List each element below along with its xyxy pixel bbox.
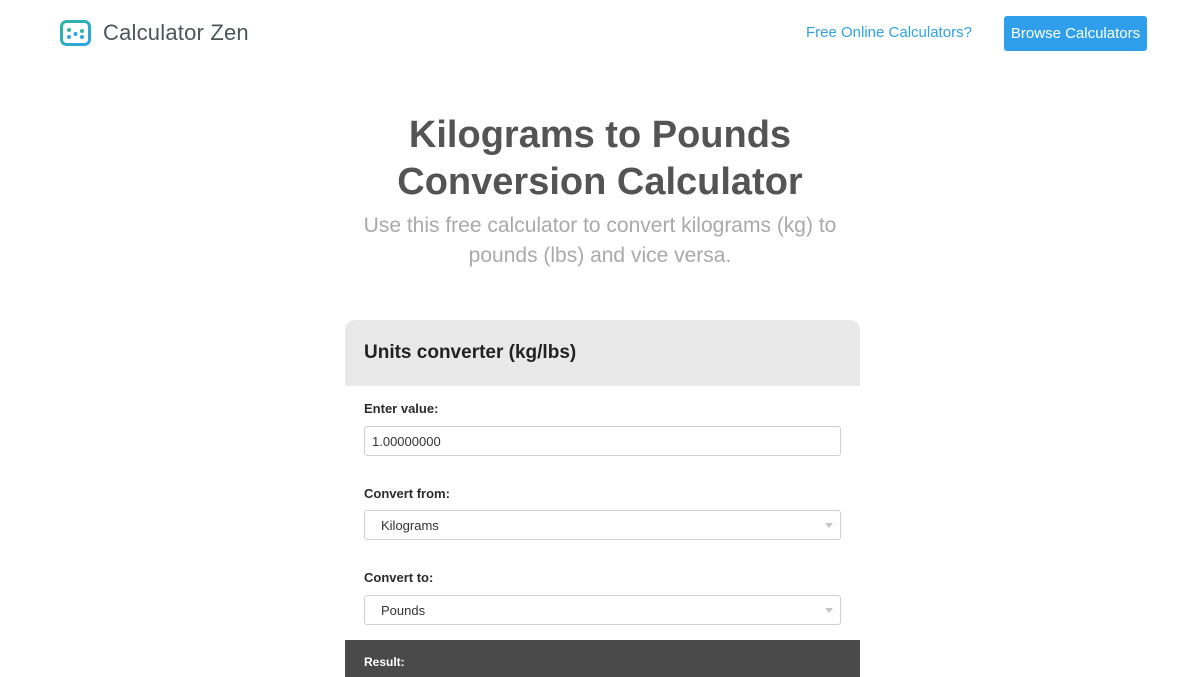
calculator-logo-icon (60, 20, 91, 46)
brand-name: Calculator Zen (103, 20, 249, 45)
browse-calculators-button[interactable]: Browse Calculators (1004, 16, 1147, 51)
brand-home-link[interactable]: Calculator Zen (60, 20, 249, 46)
page-title-line-1: Kilograms to Pounds (408, 114, 792, 156)
converter-title: Units converter (kg/lbs) (364, 342, 577, 363)
page-title-line-2: Conversion Calculator (397, 161, 803, 203)
page-subtitle-line-2: pounds (lbs) and vice versa. (468, 244, 732, 267)
convert-to-select[interactable]: Pounds (364, 595, 841, 625)
top-navigation: Calculator Zen Free Online Calculators? … (0, 0, 1200, 66)
convert-from-value: Kilograms (381, 518, 439, 533)
chevron-down-icon (825, 523, 833, 528)
converter-header: Units converter (kg/lbs) (345, 320, 860, 386)
units-converter-card: Units converter (kg/lbs) Enter value: Co… (345, 320, 860, 677)
page-subtitle-line-1: Use this free calculator to convert kilo… (363, 214, 837, 237)
convert-from-label: Convert from: (364, 486, 450, 501)
value-input[interactable] (364, 426, 841, 456)
free-online-calculators-link[interactable]: Free Online Calculators? (806, 24, 972, 41)
result-label: Result: (364, 655, 405, 669)
convert-to-value: Pounds (381, 603, 426, 618)
convert-to-label: Convert to: (364, 570, 434, 585)
page-subtitle: Use this free calculator to convert kilo… (340, 211, 860, 271)
result-bar: Result: (345, 640, 860, 677)
enter-value-label: Enter value: (364, 401, 439, 416)
page-title: Kilograms to Pounds Conversion Calculato… (300, 112, 900, 206)
chevron-down-icon (825, 608, 833, 613)
convert-from-select[interactable]: Kilograms (364, 510, 841, 540)
